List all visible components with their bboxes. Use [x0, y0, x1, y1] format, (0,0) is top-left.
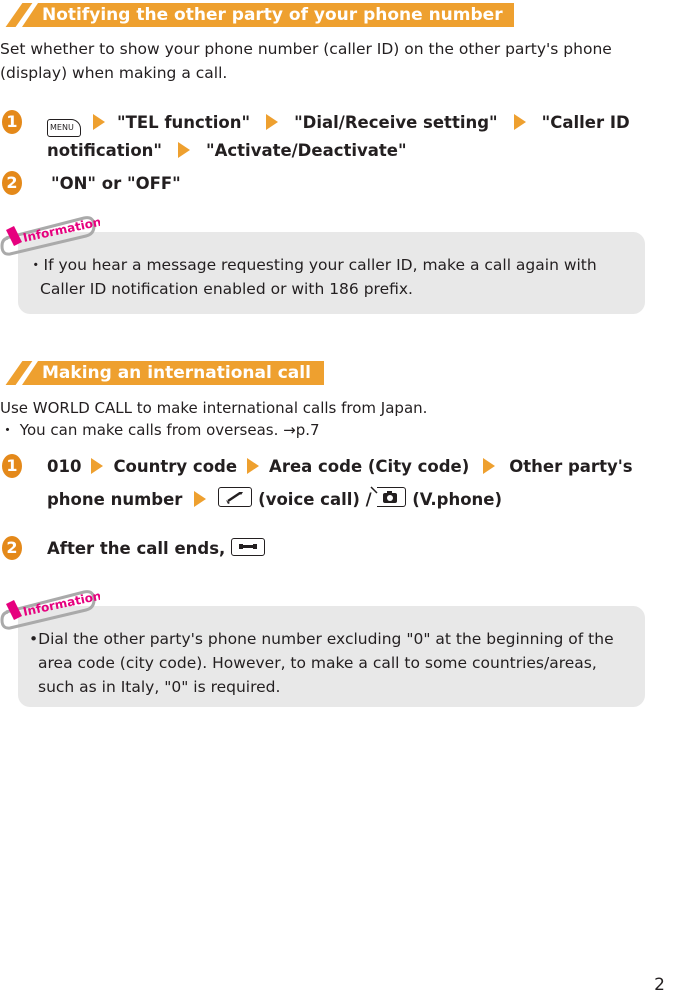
information-tag-label: Information — [22, 589, 100, 619]
info-line: such as in Italy, "0" is required. — [38, 678, 281, 696]
information-tag-label: Information — [22, 215, 100, 245]
section1-intro-line1: Set whether to show your phone number (c… — [0, 40, 612, 58]
section-title: Making an international call — [22, 361, 324, 385]
information-tag: Information — [0, 582, 103, 636]
arrow-icon — [513, 114, 526, 130]
step-number-1: 1 — [2, 110, 22, 134]
step-1-line-2: notification" "Activate/Deactivate" — [47, 134, 407, 167]
step-part: notification" — [47, 141, 162, 160]
information-tag: Information — [0, 208, 103, 262]
step-number-1: 1 — [2, 454, 22, 478]
step-part: "Caller ID — [541, 113, 630, 132]
end-call-key-icon — [231, 538, 266, 556]
step-part: phone number — [47, 490, 183, 509]
camera-key-icon — [370, 486, 407, 507]
section-title: Notifying the other party of your phone … — [22, 3, 514, 27]
arrow-icon — [483, 458, 496, 474]
step-number-2: 2 — [2, 171, 22, 195]
info-line: ・If you hear a message requesting your c… — [28, 256, 597, 274]
step-part: "TEL function" — [117, 113, 251, 132]
section2-intro: Use WORLD CALL to make international cal… — [0, 399, 428, 417]
section-header-international: Making an international call — [0, 361, 324, 385]
info-line: area code (city code). However, to make … — [38, 654, 597, 672]
page-number: 2 — [654, 975, 665, 995]
step-part: "Dial/Receive setting" — [294, 113, 498, 132]
information-box: •Dial the other party's phone number exc… — [18, 606, 645, 707]
step-1-line-1: 010 Country code Area code (City code) Othe… — [47, 450, 633, 483]
section-header-caller-id: Notifying the other party of your phone … — [0, 3, 514, 27]
section1-intro-line2: (display) when making a call. — [0, 64, 228, 82]
arrow-icon — [194, 491, 207, 507]
call-key-icon — [218, 487, 253, 507]
paperclip-icon: Information — [0, 215, 103, 256]
section2-bullet: ・ You can make calls from overseas. →p.7 — [0, 418, 320, 442]
arrow-icon — [247, 458, 260, 474]
step-2-text: After the call ends, — [47, 532, 266, 565]
step-part: Other party's — [509, 457, 633, 476]
paperclip-icon: Information — [0, 589, 103, 630]
step-2-text: "ON" or "OFF" — [51, 174, 181, 193]
information-box: ・If you hear a message requesting your c… — [18, 232, 645, 314]
info-line: •Dial the other party's phone number exc… — [29, 630, 614, 648]
step-part: 010 — [47, 457, 82, 476]
step-part: Country code — [113, 457, 238, 476]
vphone-label: (V.phone) — [412, 490, 503, 509]
step-1-line-2: phone number (voice call) / (V.phone) — [47, 483, 502, 516]
voice-call-label: (voice call) / — [258, 490, 372, 509]
page-reference-link[interactable]: ・ You can make calls from overseas. →p.7 — [0, 421, 320, 439]
arrow-icon — [93, 114, 105, 130]
step-text: After the call ends, — [47, 539, 226, 558]
step-number-2: 2 — [2, 536, 22, 560]
arrow-icon — [178, 142, 190, 158]
step-part: Area code (City code) — [269, 457, 470, 476]
arrow-icon — [91, 458, 104, 474]
info-line: Caller ID notification enabled or with 1… — [40, 280, 413, 298]
arrow-icon — [266, 114, 279, 130]
step-part: "Activate/Deactivate" — [206, 141, 407, 160]
